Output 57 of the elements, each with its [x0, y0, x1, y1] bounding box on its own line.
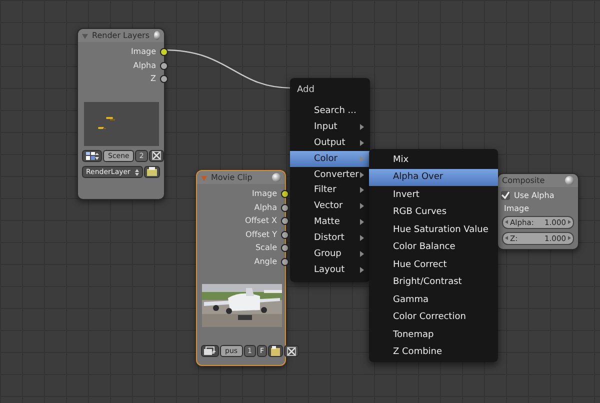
- socket[interactable]: [160, 62, 168, 70]
- menu-item[interactable]: Alpha Over: [369, 168, 498, 186]
- input-label: Image: [504, 204, 530, 213]
- menu-item[interactable]: Hue Saturation Value: [369, 221, 498, 238]
- socket[interactable]: [160, 48, 168, 56]
- close-icon[interactable]: [148, 150, 164, 162]
- socket-label: Offset X: [244, 216, 277, 226]
- menu-item[interactable]: Vector: [290, 198, 370, 214]
- image-browse-icon[interactable]: [82, 150, 102, 162]
- socket-label: Scale: [255, 243, 277, 252]
- checkbox[interactable]: [501, 191, 510, 200]
- menu-item[interactable]: Invert: [369, 186, 498, 204]
- socket-label: Image: [252, 189, 277, 198]
- layer-icon[interactable]: [144, 166, 160, 178]
- menu-item[interactable]: Gamma: [369, 291, 498, 308]
- preview-sphere-icon[interactable]: [272, 173, 281, 182]
- preview-sphere-icon[interactable]: [565, 176, 574, 185]
- menu-item[interactable]: RGB Curves: [369, 204, 498, 221]
- menu-item[interactable]: Output: [290, 134, 370, 151]
- socket[interactable]: [281, 204, 289, 212]
- menu-item[interactable]: Color Correction: [369, 308, 498, 326]
- menu-item[interactable]: Converter: [290, 166, 370, 182]
- node-title: Movie Clip: [211, 173, 254, 182]
- socket[interactable]: [281, 190, 289, 198]
- checkbox-label: Use Alpha: [514, 191, 554, 200]
- socket[interactable]: [281, 230, 289, 238]
- menu-item[interactable]: Layout: [290, 262, 370, 278]
- close-icon[interactable]: [284, 345, 300, 357]
- menu-item[interactable]: Color: [290, 150, 370, 167]
- socket[interactable]: [281, 217, 289, 225]
- menu-item[interactable]: Tonemap: [369, 326, 498, 344]
- folder-icon[interactable]: [268, 345, 284, 357]
- node-title: Composite: [502, 176, 546, 185]
- menu-item[interactable]: Group: [290, 246, 370, 262]
- node-title: Render Layers: [92, 31, 150, 40]
- socket[interactable]: [281, 244, 289, 252]
- menu-item[interactable]: Filter: [290, 182, 370, 198]
- menu-item[interactable]: Distort: [290, 230, 370, 246]
- menu-item[interactable]: Mix: [369, 151, 498, 168]
- socket-label: Z: [150, 74, 156, 84]
- menu-item[interactable]: Z Combine: [369, 344, 498, 361]
- socket-label: Alpha: [133, 60, 156, 70]
- menu-item[interactable]: Color Balance: [369, 238, 498, 256]
- menu-item[interactable]: Matte: [290, 214, 370, 230]
- socket[interactable]: [281, 258, 289, 266]
- preview-sphere-icon[interactable]: [154, 31, 160, 40]
- menu-item[interactable]: Hue Correct: [369, 256, 498, 274]
- socket-label: Offset Y: [246, 230, 277, 239]
- menu-title: Add: [296, 84, 316, 97]
- socket-label: Image: [130, 47, 156, 56]
- menu-item[interactable]: Search ...: [290, 103, 370, 119]
- socket-label: Alpha: [254, 202, 277, 212]
- menu-item[interactable]: Input: [290, 118, 370, 135]
- clip-browse-icon[interactable]: [201, 345, 219, 357]
- menu-item[interactable]: Bright/Contrast: [369, 274, 498, 291]
- socket[interactable]: [160, 75, 168, 83]
- socket-label: Angle: [254, 256, 277, 266]
